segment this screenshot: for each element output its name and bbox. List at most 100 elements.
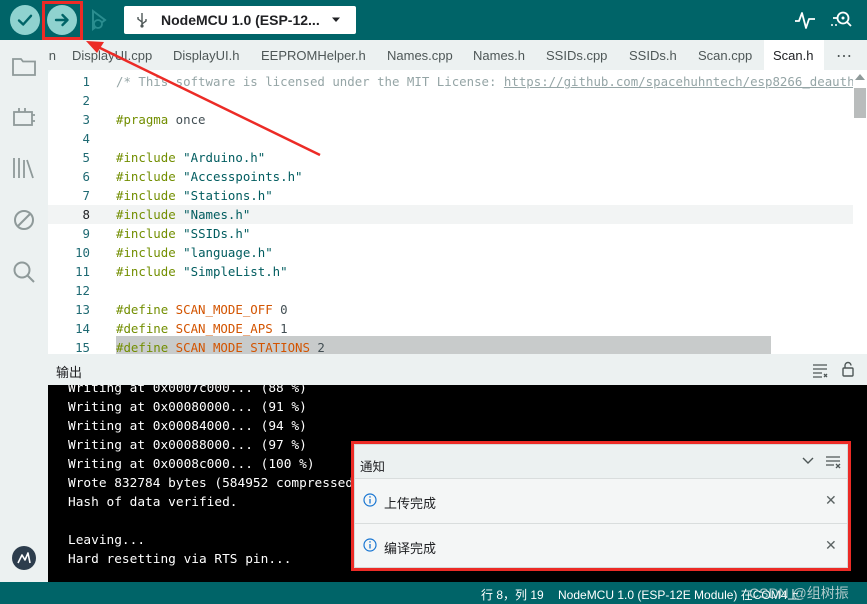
tab-scan-h[interactable]: Scan.h <box>764 40 824 70</box>
magnifier-icon <box>831 11 852 27</box>
output-line: Writing at 0x00088000... (97 %) <box>68 438 307 453</box>
code-line[interactable]: 1 /* This software is licensed under the … <box>48 72 867 91</box>
board-selector[interactable]: NodeMCU 1.0 (ESP-12... <box>124 6 356 34</box>
debug-button[interactable] <box>84 5 114 35</box>
code-text: #define SCAN_MODE_APS 1 <box>116 319 288 338</box>
tab-ssids-h[interactable]: SSIDs.h <box>629 40 685 70</box>
pulse-icon <box>795 12 815 29</box>
code-text: #include "SSIDs.h" <box>116 224 250 243</box>
code-line[interactable]: 7 #include "Stations.h" <box>48 186 853 205</box>
code-editor[interactable]: 1 /* This software is licensed under the … <box>48 70 867 354</box>
code-token[interactable]: https://github.com/spacehuhntech/esp8266… <box>504 74 867 89</box>
code-line[interactable]: 11 #include "SimpleList.h" <box>48 262 853 281</box>
serial-plotter-button[interactable] <box>793 8 817 32</box>
code-line[interactable]: 4 <box>48 129 853 148</box>
code-token: "SSIDs.h" <box>175 226 251 241</box>
file-tabs: n DisplayUI.cpp DisplayUI.h EEPROMHelper… <box>48 40 867 70</box>
code-token: 1 <box>272 321 288 336</box>
code-line[interactable]: 15 #define SCAN_MODE_STATIONS 2 <box>48 338 853 354</box>
verify-button[interactable] <box>10 5 40 35</box>
code-token: #define <box>116 321 169 336</box>
line-number: 2 <box>82 93 90 108</box>
search-icon[interactable] <box>10 258 38 286</box>
status-bar: 行 8，列 19 NodeMCU 1.0 (ESP-12E Module) 在C… <box>0 582 867 604</box>
code-token: #include <box>116 188 176 203</box>
code-line[interactable]: 12 <box>48 281 853 300</box>
clear-list-icon <box>813 364 828 378</box>
scroll-lock-button[interactable] <box>839 360 857 378</box>
more-tabs-button[interactable]: ⋯ <box>836 46 853 66</box>
code-text: #define SCAN_MODE_OFF 0 <box>116 300 288 319</box>
code-token: #include <box>116 150 176 165</box>
line-number: 6 <box>82 169 90 184</box>
line-number: 4 <box>82 131 90 146</box>
folder-icon[interactable] <box>10 52 38 80</box>
line-number: 8 <box>82 207 90 222</box>
code-line[interactable]: 9 #include "SSIDs.h" <box>48 224 853 243</box>
toolbar: NodeMCU 1.0 (ESP-12... <box>0 0 867 40</box>
code-line[interactable]: 14 #define SCAN_MODE_APS 1 <box>48 319 853 338</box>
tab-names-cpp[interactable]: Names.cpp <box>387 40 459 70</box>
output-panel-header: 输出 <box>48 354 867 385</box>
library-icon[interactable] <box>10 154 38 182</box>
line-number: 12 <box>75 283 90 298</box>
code-token: "Arduino.h" <box>175 150 266 165</box>
output-line: Leaving... <box>68 533 146 548</box>
code-line[interactable]: 13 #define SCAN_MODE_OFF 0 <box>48 300 853 319</box>
code-token: "SimpleList.h" <box>175 264 288 279</box>
line-number: 7 <box>82 188 90 203</box>
code-token: 2 <box>309 340 325 354</box>
serial-monitor-button[interactable] <box>829 8 853 32</box>
code-line[interactable]: 5 #include "Arduino.h" <box>48 148 853 167</box>
code-token: 0 <box>272 302 288 317</box>
code-token: SCAN_MODE_OFF <box>168 302 273 317</box>
line-number: 10 <box>75 245 90 260</box>
code-token: once <box>168 112 206 127</box>
code-text: #include "language.h" <box>116 243 273 262</box>
code-token: #include <box>116 264 176 279</box>
code-line[interactable]: 8 #include "Names.h" <box>48 205 853 224</box>
scroll-up-icon[interactable] <box>854 72 866 82</box>
code-text: #include "Stations.h" <box>116 186 273 205</box>
code-text: #include "Arduino.h" <box>116 148 265 167</box>
code-line[interactable]: 6 #include "Accesspoints.h" <box>48 167 853 186</box>
code-token: #include <box>116 207 176 222</box>
lock-icon <box>842 361 854 377</box>
code-text: #pragma once <box>116 110 206 129</box>
tab-displayui-h[interactable]: DisplayUI.h <box>173 40 245 70</box>
code-token: #include <box>116 245 176 260</box>
code-token: /* This software is licensed under the M… <box>116 74 504 89</box>
tab-eepromhelper-h[interactable]: EEPROMHelper.h <box>261 40 371 70</box>
line-number: 15 <box>75 340 90 354</box>
code-line[interactable]: 2 <box>48 91 853 110</box>
clear-output-button[interactable] <box>811 361 829 379</box>
code-token: #include <box>116 169 176 184</box>
arduino-logo-icon <box>14 548 34 568</box>
code-text: #include "Names.h" <box>116 205 250 224</box>
annotation-upload-highlight <box>42 1 83 40</box>
editor-scroll-thumb[interactable] <box>854 88 866 118</box>
line-number: 13 <box>75 302 90 317</box>
code-token: "Stations.h" <box>175 188 273 203</box>
code-line[interactable]: 3 #pragma once <box>48 110 853 129</box>
code-token: "language.h" <box>175 245 273 260</box>
tab-displayui-cpp[interactable]: DisplayUI.cpp <box>72 40 156 70</box>
arduino-logo <box>12 546 36 570</box>
code-token: SCAN_MODE_STATIONS <box>168 340 310 354</box>
tab-names-h[interactable]: Names.h <box>473 40 533 70</box>
line-number: 3 <box>82 112 90 127</box>
output-line: Writing at 0x00080000... (91 %) <box>68 400 307 415</box>
tab-partial[interactable]: n <box>36 40 56 70</box>
usb-icon <box>137 13 147 28</box>
tab-ssids-cpp[interactable]: SSIDs.cpp <box>546 40 614 70</box>
code-line[interactable]: 10 #include "language.h" <box>48 243 853 262</box>
debug-icon <box>92 9 107 31</box>
code-text: #define SCAN_MODE_STATIONS 2 <box>116 338 325 354</box>
code-text: #include "Accesspoints.h" <box>116 167 303 186</box>
code-token: #define <box>116 340 169 354</box>
output-line: Wrote 832784 bytes (584952 compressed <box>68 476 354 491</box>
chevron-down-icon <box>332 17 340 22</box>
tab-scan-cpp[interactable]: Scan.cpp <box>698 40 758 70</box>
board-manager-icon[interactable] <box>10 104 38 132</box>
debug-sidebar-icon[interactable] <box>10 206 38 234</box>
